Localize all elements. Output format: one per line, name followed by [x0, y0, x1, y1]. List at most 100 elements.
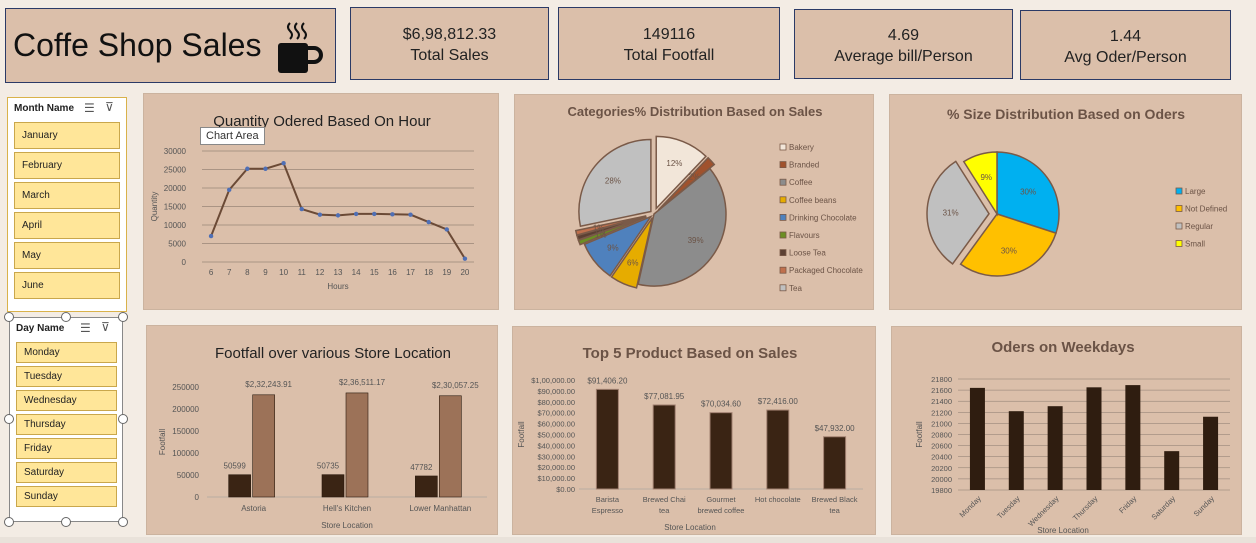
resize-handle[interactable] [61, 312, 71, 322]
y-tick-label: 0 [182, 258, 187, 267]
x-tick-label: Brewed Chai [643, 495, 686, 504]
y-tick-label: 20600 [931, 442, 952, 451]
data-label: 50735 [317, 462, 340, 471]
slicer-item-thursday[interactable]: Thursday [16, 414, 117, 435]
slicer-item-january[interactable]: January [14, 122, 120, 149]
day-slicer[interactable]: Day Name ☰ ⊽ Monday Tuesday Wednesday Th… [9, 317, 123, 522]
x-axis-label: Hours [327, 282, 348, 291]
multi-select-icon[interactable]: ☰ [80, 321, 91, 335]
bar [823, 436, 847, 490]
x-tick-label: Barista [596, 495, 620, 504]
bar [321, 474, 345, 498]
kpi-value: 4.69 [887, 27, 920, 44]
y-tick-label: $0.00 [556, 485, 575, 494]
data-point [408, 212, 413, 217]
y-tick-label: 21200 [931, 408, 952, 417]
x-tick-label: 14 [352, 268, 361, 277]
multi-select-icon[interactable]: ☰ [84, 101, 95, 115]
x-axis-label: Store Location [321, 521, 373, 530]
size-pie-chart[interactable]: % Size Distribution Based on Oders 30% 30%… [890, 95, 1243, 311]
slicer-item-june[interactable]: June [14, 272, 120, 299]
data-label: $2,30,057.25 [432, 381, 479, 390]
kpi-label: Avg Oder/Person [1064, 49, 1187, 66]
resize-handle[interactable] [4, 312, 14, 322]
bar [252, 394, 275, 498]
chart-panel-top-products[interactable]: Top 5 Product Based on Sales $0.00 $10,000… [512, 326, 876, 535]
y-tick-label: $80,000.00 [537, 398, 575, 407]
weekdays-bar-chart[interactable]: Oders on Weekdays 19800 20000 20200 20400 206… [892, 327, 1243, 536]
categories-pie-chart[interactable]: Categories% Distribution Based on Sales 1… [515, 95, 875, 311]
legend-swatch [779, 231, 787, 239]
slicer-item-may[interactable]: May [14, 242, 120, 269]
bar [1086, 387, 1102, 490]
chart-panel-size[interactable]: % Size Distribution Based on Oders 30% 30%… [889, 94, 1242, 310]
legend-label: Large [1185, 187, 1206, 196]
slicer-item-friday[interactable]: Friday [16, 438, 117, 459]
x-tick-label: Hot chocolate [755, 495, 801, 504]
bar [1047, 406, 1063, 490]
footfall-bar-chart[interactable]: Footfall over various Store Location 0 500… [147, 326, 499, 536]
legend-label: Drinking Chocolate [789, 213, 857, 222]
y-tick-label: 10000 [164, 221, 187, 230]
bar [1125, 385, 1141, 490]
resize-handle[interactable] [4, 414, 14, 424]
y-tick-label: $10,000.00 [537, 474, 575, 483]
y-tick-label: $70,000.00 [537, 409, 575, 418]
resize-handle[interactable] [61, 517, 71, 527]
resize-handle[interactable] [118, 517, 128, 527]
slicer-item-tuesday[interactable]: Tuesday [16, 366, 117, 387]
bar [595, 388, 619, 490]
resize-handle[interactable] [4, 517, 14, 527]
y-tick-label: 20000 [164, 184, 187, 193]
legend-swatch [1175, 187, 1183, 195]
chart-title: Oders on Weekdays [991, 339, 1134, 356]
y-axis-label: Footfall [517, 421, 526, 447]
resize-handle[interactable] [118, 414, 128, 424]
legend-label: Flavours [789, 231, 820, 240]
y-axis-label: Quantity [150, 192, 159, 222]
x-tick-label: Sunday [1192, 494, 1217, 519]
x-tick-label: Gourmet [706, 495, 736, 504]
hourly-line-chart[interactable]: Quantity Odered Based On Hour05000100001… [144, 94, 500, 311]
legend-swatch [779, 178, 787, 186]
top-products-bar-chart[interactable]: Top 5 Product Based on Sales $0.00 $10,000… [513, 327, 877, 536]
slicer-item-sunday[interactable]: Sunday [16, 486, 117, 507]
slicer-item-april[interactable]: April [14, 212, 120, 239]
chart-panel-categories[interactable]: Categories% Distribution Based on Sales 1… [514, 94, 874, 310]
kpi-average-bill: 4.69 Average bill/Person [794, 9, 1013, 79]
resize-handle[interactable] [118, 312, 128, 322]
clear-filter-icon[interactable]: ⊽ [101, 320, 110, 334]
y-tick-label: $20,000.00 [537, 463, 575, 472]
y-tick-label: 21600 [931, 386, 952, 395]
chart-title: % Size Distribution Based on Oders [947, 106, 1185, 122]
chart-panel-weekdays[interactable]: Oders on Weekdays 19800 20000 20200 20400 206… [891, 326, 1242, 535]
slicer-item-february[interactable]: February [14, 152, 120, 179]
x-tick-label: Espresso [592, 506, 623, 515]
legend-swatch [779, 196, 787, 204]
slicer-item-saturday[interactable]: Saturday [16, 462, 117, 483]
data-label: $70,034.60 [701, 400, 742, 409]
slicer-item-monday[interactable]: Monday [16, 342, 117, 363]
y-tick-label: 20800 [931, 431, 952, 440]
legend-swatch [779, 143, 787, 151]
month-slicer[interactable]: Month Name ☰ ⊽ January February March Ap… [7, 97, 127, 312]
kpi-value: 149116 [642, 26, 696, 43]
x-tick-label: 16 [388, 268, 397, 277]
y-tick-label: 20000 [931, 475, 952, 484]
y-tick-label: $50,000.00 [537, 431, 575, 440]
clear-filter-icon[interactable]: ⊽ [105, 100, 114, 114]
slicer-item-march[interactable]: March [14, 182, 120, 209]
data-label: $2,32,243.91 [245, 380, 292, 389]
x-tick-label: Wednesday [1026, 494, 1060, 528]
x-tick-label: tea [829, 506, 840, 515]
data-label: 1% [593, 223, 605, 232]
chart-panel-hourly[interactable]: Quantity Odered Based On Hour 0 5000 10000 1… [143, 93, 499, 310]
dashboard-title: Coffe Shop Sales [13, 27, 262, 63]
chart-panel-footfall[interactable]: Footfall over various Store Location 0 500… [146, 325, 498, 535]
bar [415, 475, 438, 498]
data-label: 47782 [410, 463, 433, 472]
slicer-item-wednesday[interactable]: Wednesday [16, 390, 117, 411]
kpi-total-footfall: 149116 Total Footfall [558, 7, 780, 80]
data-point [227, 187, 232, 193]
bar [709, 412, 733, 490]
